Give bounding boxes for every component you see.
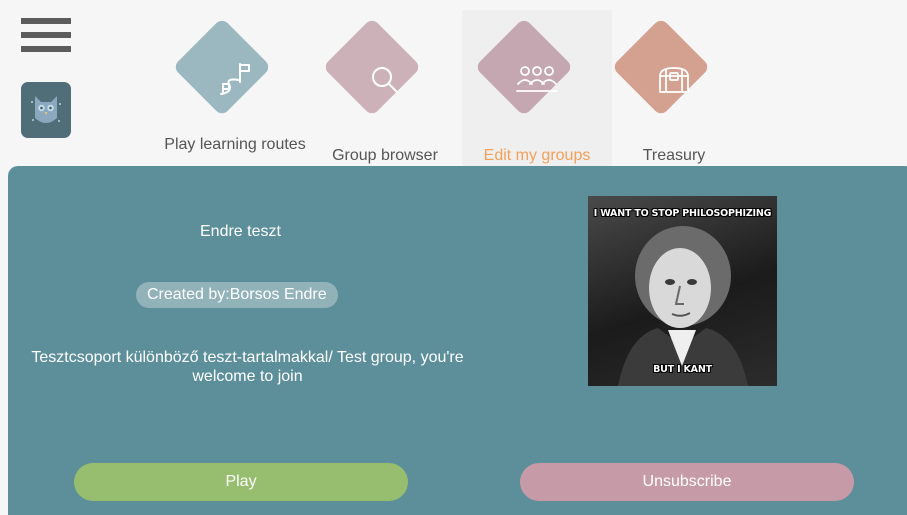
portrait-illustration: [618, 226, 748, 386]
avatar[interactable]: [21, 82, 71, 138]
learning-route-icon: [190, 35, 280, 125]
group-description: Tesztcsoport különböző teszt-tartalmakka…: [31, 349, 464, 385]
nav-treasury[interactable]: Treasury: [599, 10, 749, 170]
nav-play-learning-routes[interactable]: Play learning routes: [160, 10, 310, 170]
owl-icon: [31, 96, 61, 123]
search-icon: [340, 35, 430, 125]
nav-label: Edit my groups: [483, 147, 591, 164]
creator-badge: Created by:Borsos Endre: [136, 282, 338, 308]
nav-group-browser[interactable]: Group browser: [310, 10, 460, 170]
play-button[interactable]: Play: [74, 463, 408, 501]
hamburger-line: [21, 32, 71, 38]
hamburger-line: [21, 18, 71, 24]
group-image: I WANT TO STOP PHILOSOPHIZING BUT I KANT: [588, 196, 777, 386]
group-icon: [492, 35, 582, 125]
meme-bottom-text: BUT I KANT: [653, 364, 712, 375]
nav-edit-my-groups[interactable]: Edit my groups: [462, 10, 612, 170]
menu-button[interactable]: [21, 18, 71, 58]
hamburger-line: [21, 46, 71, 52]
treasure-chest-icon: [629, 35, 719, 125]
nav-label: Play learning routes: [164, 136, 306, 153]
meme-top-text: I WANT TO STOP PHILOSOPHIZING: [593, 208, 772, 219]
group-title: Endre teszt: [200, 223, 281, 240]
nav-label: Treasury: [642, 147, 706, 164]
unsubscribe-button[interactable]: Unsubscribe: [520, 463, 854, 501]
nav-label: Group browser: [332, 147, 438, 164]
